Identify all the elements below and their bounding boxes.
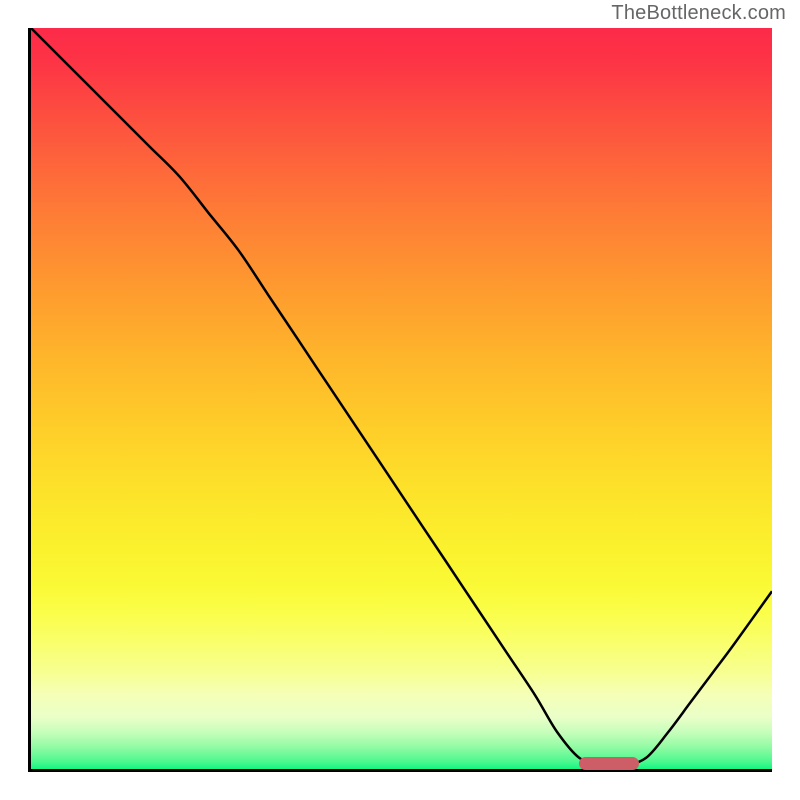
watermark-text: TheBottleneck.com xyxy=(611,2,786,25)
bottleneck-curve xyxy=(31,28,772,769)
chart-plot-area xyxy=(28,28,772,772)
optimum-marker xyxy=(579,757,638,770)
bottleneck-curve-path xyxy=(31,28,772,766)
